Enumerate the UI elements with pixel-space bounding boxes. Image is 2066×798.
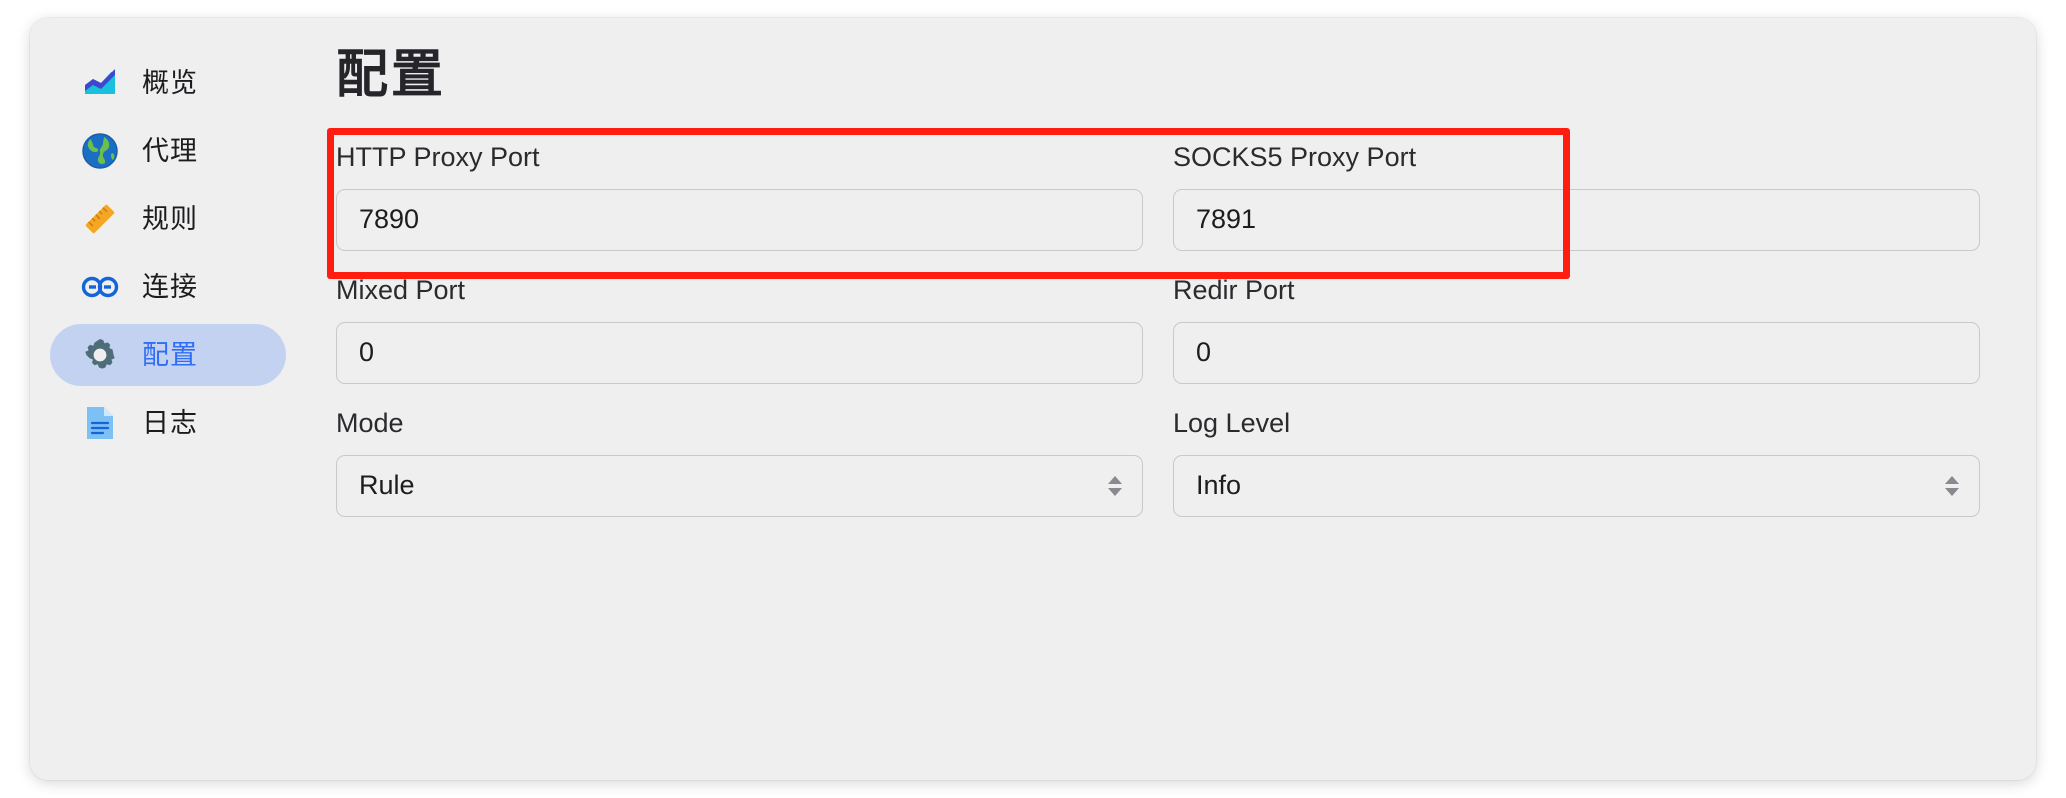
mixed-port-input[interactable]: 0 (336, 321, 1143, 384)
sidebar: 概览 代理 规则 连接 配置 日志 (30, 18, 310, 780)
stepper-arrows-icon[interactable] (1108, 475, 1122, 496)
field-label: Log Level (1173, 407, 1291, 438)
chevron-up-icon (1108, 475, 1122, 484)
sidebar-item-label: 代理 (142, 135, 198, 166)
sidebar-item-rules[interactable]: 规则 (50, 188, 286, 250)
field-socks5-proxy-port: SOCKS5 Proxy Port 7891 (1173, 141, 1980, 251)
sidebar-item-connections[interactable]: 连接 (50, 256, 286, 318)
field-label: Mode (336, 407, 404, 438)
field-label: Mixed Port (336, 274, 466, 305)
log-level-select[interactable]: Info (1173, 454, 1980, 517)
field-mode: Mode Rule (336, 407, 1143, 517)
globe-icon (80, 131, 120, 171)
redir-port-input[interactable]: 0 (1173, 321, 1980, 384)
page-title: 配置 (336, 46, 447, 104)
mode-select[interactable]: Rule (336, 454, 1143, 517)
sidebar-item-overview[interactable]: 概览 (50, 52, 286, 114)
chevron-up-icon (1945, 475, 1959, 484)
sidebar-item-logs[interactable]: 日志 (50, 392, 286, 454)
chart-increasing-icon (80, 63, 120, 103)
field-label: HTTP Proxy Port (336, 141, 540, 172)
config-form: HTTP Proxy Port 7890 SOCKS5 Proxy Port 7… (336, 141, 1980, 543)
field-label: Redir Port (1173, 274, 1295, 305)
sidebar-item-label: 配置 (142, 339, 198, 370)
log-level-select-value: Info (1196, 470, 1242, 501)
sidebar-item-label: 概览 (142, 67, 198, 98)
app-window: 概览 代理 规则 连接 配置 日志 配置 HTTP Proxy Port 789… (30, 18, 2036, 780)
sidebar-item-label: 规则 (142, 203, 198, 234)
sidebar-item-label: 连接 (142, 271, 198, 302)
ruler-icon (80, 199, 120, 239)
document-icon (80, 403, 120, 443)
chevron-down-icon (1945, 487, 1959, 496)
sidebar-item-label: 日志 (142, 407, 198, 438)
mode-select-value: Rule (359, 470, 415, 501)
field-redir-port: Redir Port 0 (1173, 274, 1980, 384)
main-content: 配置 HTTP Proxy Port 7890 SOCKS5 Proxy Por… (310, 18, 2036, 780)
field-log-level: Log Level Info (1173, 407, 1980, 517)
http-proxy-port-input[interactable]: 7890 (336, 188, 1143, 251)
stepper-arrows-icon[interactable] (1945, 475, 1959, 496)
sidebar-item-proxies[interactable]: 代理 (50, 120, 286, 182)
field-mixed-port: Mixed Port 0 (336, 274, 1143, 384)
gear-icon (80, 335, 120, 375)
field-label: SOCKS5 Proxy Port (1173, 141, 1417, 172)
socks5-proxy-port-input[interactable]: 7891 (1173, 188, 1980, 251)
sidebar-item-config[interactable]: 配置 (50, 324, 286, 386)
link-icon (80, 267, 120, 307)
chevron-down-icon (1108, 487, 1122, 496)
field-http-proxy-port: HTTP Proxy Port 7890 (336, 141, 1143, 251)
